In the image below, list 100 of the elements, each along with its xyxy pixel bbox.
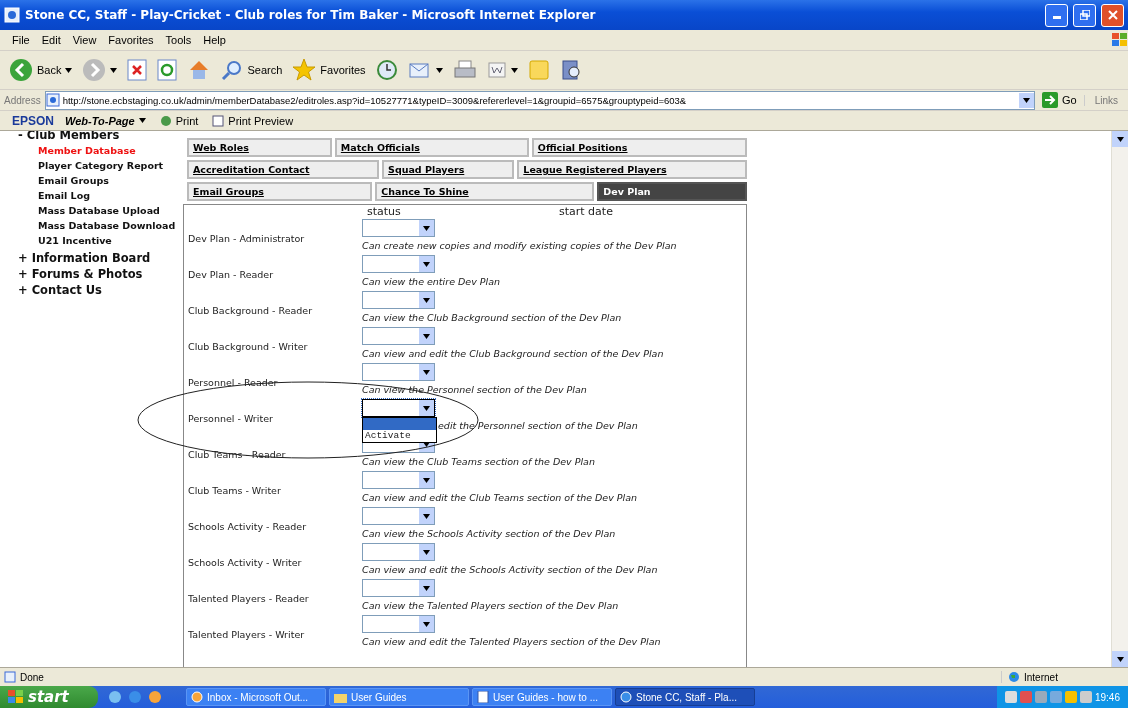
menu-item[interactable]: Edit [35, 34, 67, 46]
status-select[interactable] [362, 399, 435, 417]
role-description: Can view and edit the Club Teams section of the Dev Plan [362, 492, 638, 503]
role-description: Can create new copies and modify existing copies of the Dev Plan [362, 240, 677, 251]
browser-icon [620, 691, 632, 703]
role-name: Schools Activity - Reader [187, 521, 308, 532]
favorites-button[interactable]: Favorites [289, 56, 369, 84]
sidebar-section[interactable]: - Club Members [18, 131, 183, 143]
links-label[interactable]: Links [1083, 94, 1128, 106]
print-button[interactable]: Print [156, 112, 202, 129]
tray-icon [1034, 691, 1047, 703]
minimize-button[interactable] [1045, 3, 1068, 27]
restore-button[interactable] [1073, 3, 1096, 27]
caret-icon [423, 405, 430, 411]
caret-icon [1022, 97, 1030, 103]
caret-icon [510, 67, 518, 73]
windows-logo-icon [1110, 32, 1128, 48]
caret-icon [423, 477, 430, 483]
role-description: Can view and edit the Club Background section of the Dev Plan [362, 348, 664, 359]
search-icon [221, 59, 244, 81]
window-title: Stone CC, Staff - Play-Cricket - Club roles for Tim Baker - Microsoft Internet Explorer [25, 8, 597, 22]
printer-icon [452, 59, 477, 81]
close-button[interactable] [1101, 3, 1124, 27]
book-icon [559, 59, 582, 81]
taskbar-button[interactable]: Inbox - Microsoft Out... [186, 688, 326, 706]
role-description: edit the Personnel section of the Dev Plan [438, 420, 638, 431]
role-name: Club Background - Writer [187, 341, 309, 352]
tab[interactable]: Match Officials [334, 138, 529, 157]
role-name: Schools Activity - Writer [187, 557, 303, 568]
address-label: Address [4, 94, 41, 106]
globe-icon [1008, 671, 1020, 683]
menu-item[interactable]: Help [197, 34, 232, 46]
role-description: Can view the Club Teams section of the Dev Plan [362, 456, 595, 467]
role-description: Can view and edit the Schools Activity section of the Dev Plan [362, 564, 658, 575]
sidebar-section[interactable]: + Forums & Photos [18, 266, 183, 282]
tray-icon [1064, 691, 1077, 703]
caret-icon [435, 67, 443, 73]
web-to-page-button[interactable]: Web-To-Page [62, 112, 149, 129]
address-field[interactable]: http://stone.ecbstaging.co.uk/admin/memberDatabase2/editroles.asp?id=10527771&typeID=3009&refererlevel=1&groupid=6575&grouptypeid=603& [44, 90, 1035, 110]
restore-icon [1079, 10, 1090, 20]
zone-label: Internet [1001, 671, 1128, 683]
role-name: Personnel - Writer [187, 413, 274, 424]
caret-icon [1116, 136, 1124, 142]
back-button[interactable]: Back [6, 56, 76, 84]
role-name: Dev Plan - Administrator [187, 233, 306, 244]
tab[interactable]: Email Groups [187, 182, 373, 201]
status-text: Done [0, 671, 1001, 683]
sidebar-section[interactable]: + Information Board [18, 250, 183, 266]
caret-icon [138, 118, 146, 123]
browser-icon [4, 7, 20, 23]
role-description: Can view the Club Background section of the Dev Plan [362, 312, 622, 323]
role-name: Club Background - Reader [187, 305, 314, 316]
mail-icon [407, 60, 432, 80]
taskbar-button[interactable]: User Guides [329, 688, 469, 706]
dropdown-option[interactable]: Activate [363, 430, 436, 442]
caret-icon [110, 67, 118, 73]
clock: 19:46 [1094, 691, 1120, 703]
sidebar-item[interactable]: Member Database [18, 145, 183, 156]
menu-item[interactable]: Favorites [102, 34, 160, 46]
role-name: Talented Players - Writer [187, 629, 306, 640]
forward-icon [82, 58, 107, 82]
note-icon [527, 59, 550, 81]
scrollbar[interactable] [1111, 131, 1128, 667]
tray-icon [1079, 691, 1092, 703]
sidebar-item[interactable]: Mass Database Upload [18, 205, 183, 216]
tab[interactable]: Squad Players [382, 160, 515, 179]
stop-icon [127, 59, 148, 81]
role-description: Can view the entire Dev Plan [362, 276, 500, 287]
start-button[interactable]: start [0, 686, 98, 708]
taskbar-button[interactable]: User Guides - how to ... [472, 688, 612, 706]
menu-item[interactable]: View [66, 34, 103, 46]
sidebar-item[interactable]: Email Groups [18, 175, 183, 186]
tab[interactable]: Official Positions [531, 138, 747, 157]
caret-icon [423, 549, 430, 555]
sidebar-item[interactable]: Player Category Report [18, 160, 183, 171]
document-icon [477, 691, 489, 703]
caret-icon [423, 225, 430, 231]
tab[interactable]: Dev Plan [597, 182, 747, 201]
print-preview-button[interactable]: Print Preview [209, 112, 297, 129]
menu-item[interactable]: Tools [159, 34, 198, 46]
tab[interactable]: Chance To Shine [375, 182, 595, 201]
taskbar-button[interactable]: Stone CC, Staff - Pla... [615, 688, 755, 706]
tab[interactable]: Accreditation Contact [187, 160, 380, 179]
sidebar-item[interactable]: U21 Incentive [18, 235, 183, 246]
caret-icon [423, 621, 430, 627]
tray-icon [1004, 691, 1017, 703]
tab[interactable]: Web Roles [187, 138, 332, 157]
role-description: Can view the Talented Players section of the Dev Plan [362, 600, 619, 611]
search-button[interactable]: Search [218, 57, 286, 83]
caret-icon [423, 369, 430, 375]
back-icon [9, 58, 33, 82]
caret-icon [423, 585, 430, 591]
sidebar-item[interactable]: Email Log [18, 190, 183, 201]
sidebar-item[interactable]: Mass Database Download [18, 220, 183, 231]
close-icon [1107, 10, 1118, 20]
tray-icon [1049, 691, 1062, 703]
go-button[interactable]: Go [1038, 90, 1080, 110]
menu-item[interactable]: File [6, 34, 36, 46]
sidebar-section[interactable]: + Contact Us [18, 282, 183, 298]
tab[interactable]: League Registered Players [517, 160, 747, 179]
